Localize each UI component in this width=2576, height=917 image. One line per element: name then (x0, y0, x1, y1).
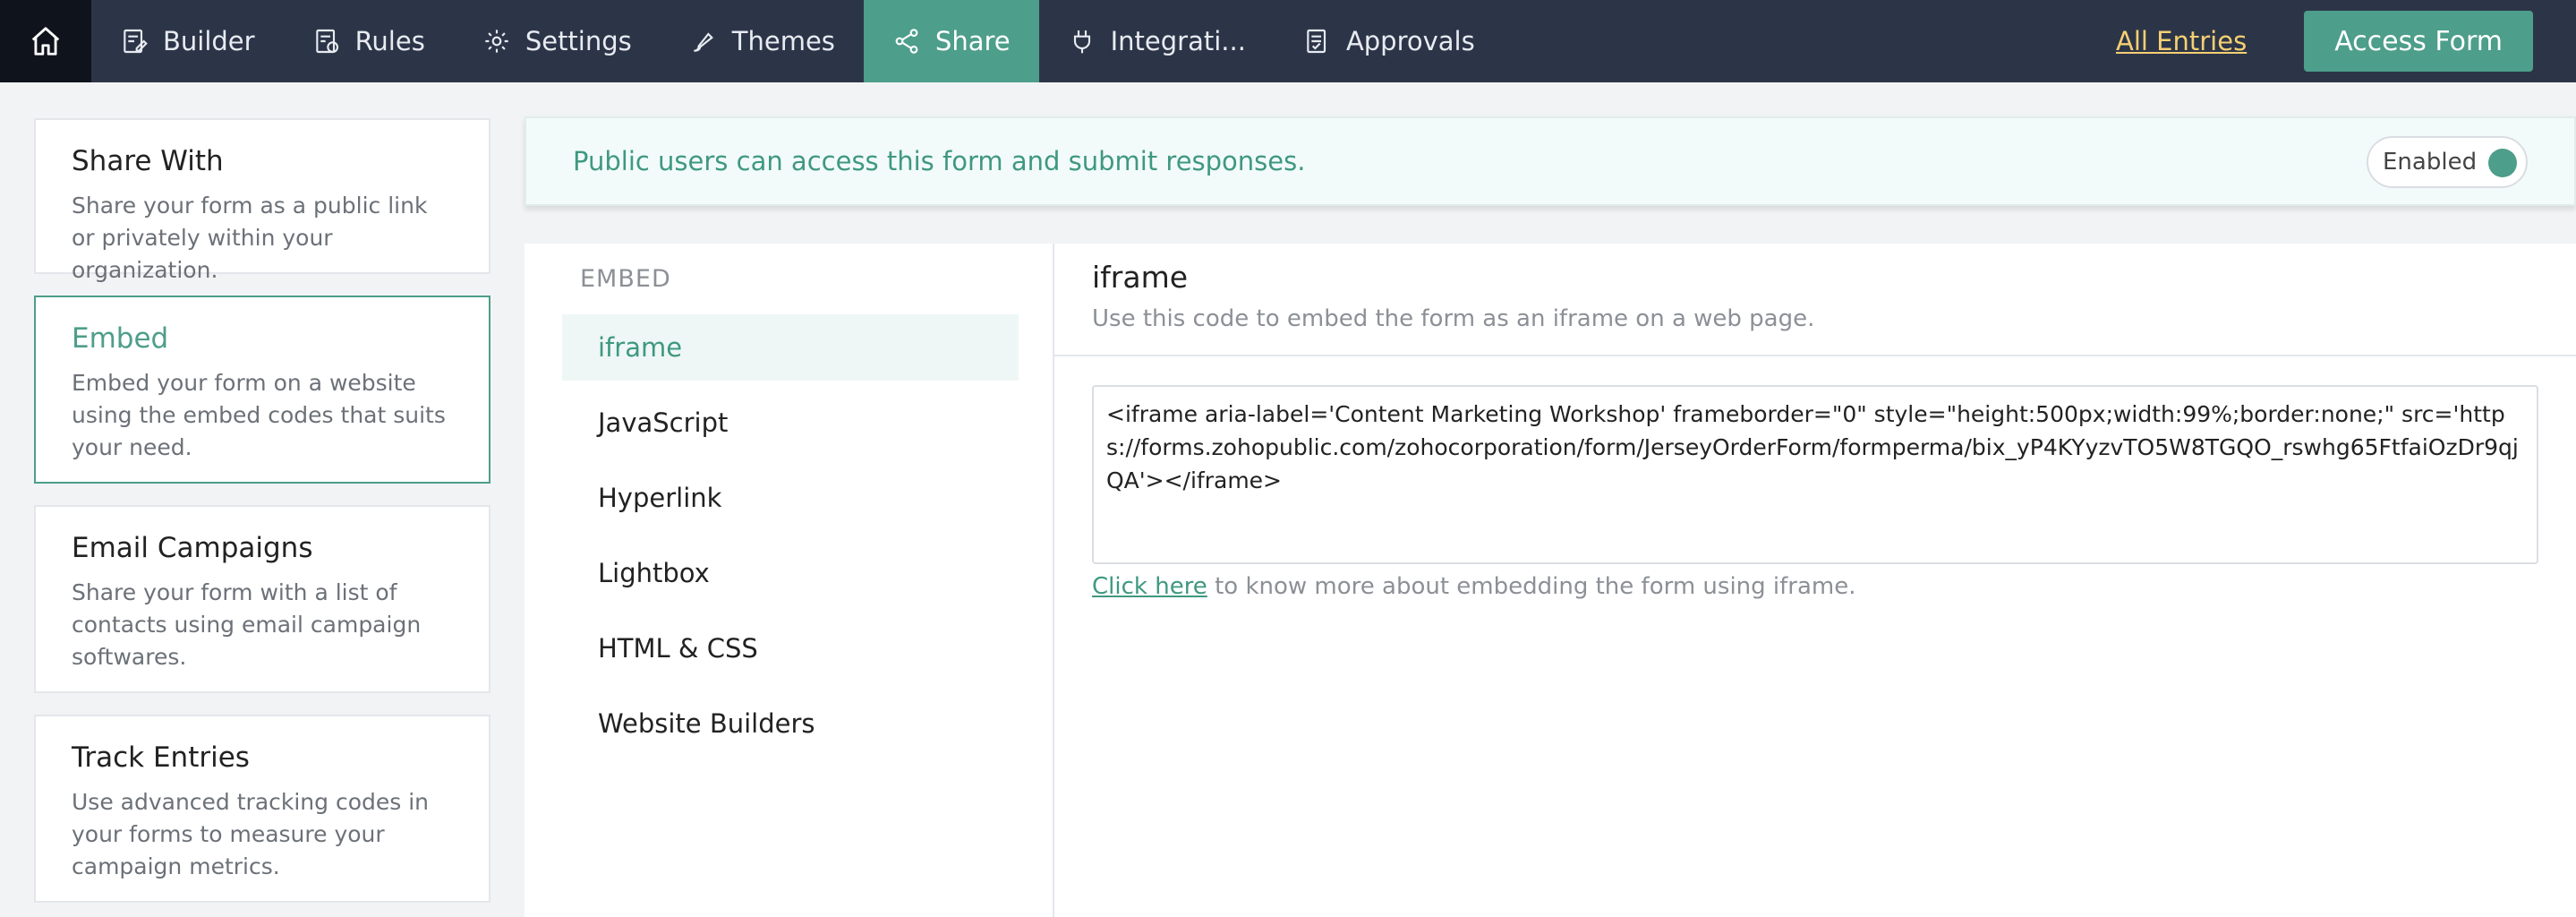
embed-option-lightbox[interactable]: Lightbox (562, 540, 1019, 606)
toggle-label: Enabled (2383, 149, 2478, 176)
all-entries-link[interactable]: All Entries (2116, 26, 2247, 56)
embed-help-text: Click here to know more about embedding … (1092, 573, 1856, 600)
share-icon (895, 29, 918, 54)
public-access-banner: Public users can access this form and su… (525, 116, 2576, 206)
nav-item-label: Rules (354, 26, 425, 56)
embed-help-link[interactable]: Click here (1092, 573, 1207, 600)
banner-message: Public users can access this form and su… (573, 146, 1306, 176)
embed-options-menu: EMBED iframe JavaScript Hyperlink Lightb… (525, 244, 1054, 917)
home-icon (31, 27, 60, 56)
nav-item-label: Integrati... (1110, 26, 1246, 56)
builder-icon (124, 29, 148, 54)
embed-content-header: iframe Use this code to embed the form a… (1054, 244, 2576, 356)
share-with-card[interactable]: Share With Share your form as a public l… (34, 118, 490, 283)
card-title: Share With (72, 145, 224, 177)
embed-content-subtitle: Use this code to embed the form as an if… (1092, 305, 1815, 332)
card-title: Embed (72, 322, 169, 355)
embed-option-javascript[interactable]: JavaScript (562, 390, 1019, 456)
nav-item-label: Share (934, 26, 1011, 56)
public-access-toggle[interactable]: Enabled (2367, 136, 2528, 188)
embed-content: iframe Use this code to embed the form a… (1054, 244, 2576, 917)
embed-option-iframe[interactable]: iframe (562, 314, 1019, 381)
embed-card[interactable]: Embed Embed your form on a website using… (34, 296, 490, 484)
embed-panel: EMBED iframe JavaScript Hyperlink Lightb… (525, 244, 2576, 917)
plug-icon (1073, 30, 1090, 54)
nav-item-rules[interactable]: Rules (284, 0, 454, 82)
top-navigation-bar: Builder Rules Settings Themes Share Inte… (0, 0, 2576, 82)
embed-help-suffix: to know more about embedding the form us… (1207, 573, 1856, 600)
nav-item-label: Builder (163, 26, 255, 56)
rules-icon (315, 29, 338, 54)
nav-item-share[interactable]: Share (863, 0, 1039, 82)
email-campaigns-card[interactable]: Email Campaigns Share your form with a l… (34, 505, 490, 693)
embed-option-website-builders[interactable]: Website Builders (562, 690, 1019, 757)
card-title: Email Campaigns (72, 532, 313, 564)
nav-item-themes[interactable]: Themes (661, 0, 864, 82)
embed-option-html-css[interactable]: HTML & CSS (562, 615, 1019, 681)
brush-icon (694, 32, 713, 52)
card-description: Share your form with a list of contacts … (72, 579, 422, 670)
nav-item-settings[interactable]: Settings (454, 0, 661, 82)
toggle-knob (2488, 149, 2517, 177)
track-entries-card[interactable]: Track Entries Use advanced tracking code… (34, 715, 490, 903)
card-description: Share your form as a public link or priv… (72, 193, 428, 283)
nav-item-builder[interactable]: Builder (91, 0, 284, 82)
nav-item-approvals[interactable]: Approvals (1275, 0, 1504, 82)
nav-item-label: Settings (525, 26, 632, 56)
embed-option-hyperlink[interactable]: Hyperlink (562, 465, 1019, 531)
gear-icon (485, 30, 508, 53)
nav-item-label: Approvals (1345, 26, 1475, 56)
nav-item-integrations[interactable]: Integrati... (1039, 0, 1275, 82)
card-title: Track Entries (72, 741, 250, 774)
embed-code-box[interactable]: <iframe aria-label='Content Marketing Wo… (1092, 385, 2538, 564)
nav-right-actions: All Entries Access Form (2116, 0, 2576, 82)
nav-item-label: Themes (731, 26, 835, 56)
home-button[interactable] (0, 0, 91, 82)
approvals-icon (1307, 29, 1326, 54)
access-form-button[interactable]: Access Form (2304, 11, 2533, 72)
card-description: Embed your form on a website using the e… (72, 370, 446, 460)
card-description: Use advanced tracking codes in your form… (72, 789, 430, 879)
embed-section-label: EMBED (580, 265, 671, 293)
embed-content-title: iframe (1092, 260, 1189, 295)
